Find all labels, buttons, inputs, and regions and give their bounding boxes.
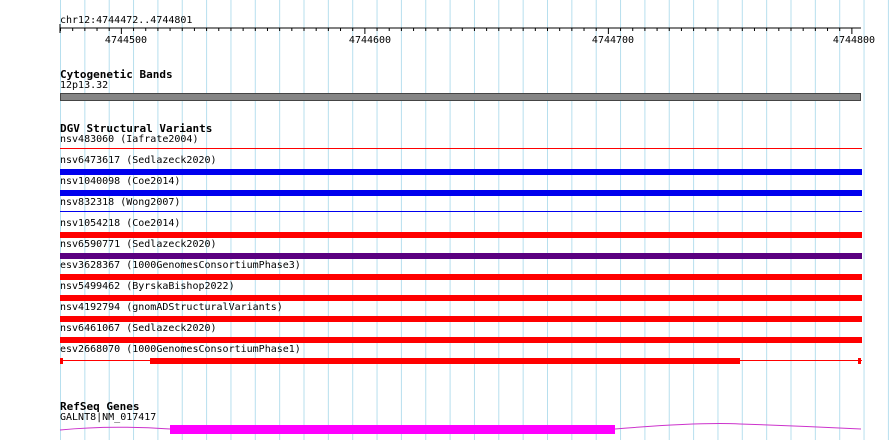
ruler-tick-label: 4744800 — [832, 35, 876, 46]
dgv-variant-label[interactable]: nsv1040098 (Coe2014) — [60, 176, 180, 188]
gene-model[interactable] — [0, 420, 890, 440]
dgv-variant-bar[interactable] — [60, 253, 862, 259]
dgv-variant-label[interactable]: esv2668070 (1000GenomesConsortiumPhase1) — [60, 344, 301, 356]
gene-exon[interactable] — [170, 425, 615, 434]
dgv-variant-label[interactable]: nsv1054218 (Coe2014) — [60, 218, 180, 230]
cytoband-label: 12p13.32 — [60, 80, 109, 91]
dgv-variant-bar[interactable] — [60, 190, 862, 196]
dgv-variant-bar[interactable] — [858, 358, 861, 364]
dgv-variant-label[interactable]: nsv6590771 (Sedlazeck2020) — [60, 239, 217, 251]
dgv-variant-bar[interactable] — [60, 169, 862, 175]
dgv-variant-bar[interactable] — [60, 316, 862, 322]
dgv-variant-bar[interactable] — [60, 148, 862, 149]
dgv-variant-label[interactable]: esv3628367 (1000GenomesConsortiumPhase3) — [60, 260, 301, 272]
ruler-tick-label: 4744700 — [591, 35, 635, 46]
dgv-variant-label[interactable]: nsv6473617 (Sedlazeck2020) — [60, 155, 217, 167]
dgv-variant-bar[interactable] — [60, 274, 862, 280]
dgv-variant-bar[interactable] — [60, 358, 63, 364]
dgv-variant-bar[interactable] — [150, 358, 740, 364]
dgv-variant-bar[interactable] — [60, 232, 862, 238]
ruler-tick-label: 4744500 — [104, 35, 148, 46]
dgv-variant-label[interactable]: nsv5499462 (ByrskaBishop2022) — [60, 281, 235, 293]
cytoband-bar[interactable] — [60, 93, 861, 101]
dgv-variant-label[interactable]: nsv4192794 (gnomADStructuralVariants) — [60, 302, 283, 314]
dgv-variant-bar[interactable] — [60, 211, 862, 212]
dgv-variant-label[interactable]: nsv6461067 (Sedlazeck2020) — [60, 323, 217, 335]
ruler-tick-label: 4744600 — [348, 35, 392, 46]
dgv-variant-label[interactable]: nsv832318 (Wong2007) — [60, 197, 180, 209]
dgv-variant-bar[interactable] — [60, 337, 862, 343]
dgv-variant-label[interactable]: nsv483060 (Iafrate2004) — [60, 134, 198, 146]
dgv-variant-bar[interactable] — [60, 295, 862, 301]
